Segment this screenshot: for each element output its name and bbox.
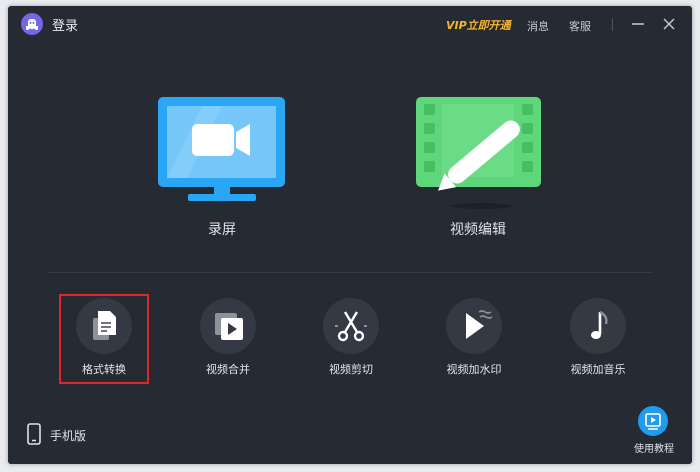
tool-video-cut-label: 视频剪切 <box>329 363 373 376</box>
selection-highlight <box>59 294 149 384</box>
tool-video-music[interactable]: 视频加音乐 <box>544 296 654 386</box>
section-divider <box>48 272 652 273</box>
monitor-camera-icon <box>158 97 285 201</box>
film-pen-icon <box>416 97 541 209</box>
video-edit-tile[interactable]: 视频编辑 <box>408 94 548 244</box>
screen-record-tile[interactable]: 录屏 <box>152 94 292 244</box>
titlebar-divider <box>612 18 613 31</box>
customer-service-link[interactable]: 客服 <box>569 18 591 34</box>
tutorial-button[interactable]: 使用教程 <box>626 406 686 458</box>
video-edit-label: 视频编辑 <box>450 222 506 238</box>
tutorial-label: 使用教程 <box>634 444 674 455</box>
phone-icon <box>27 423 41 445</box>
messages-link[interactable]: 消息 <box>527 18 549 34</box>
video-merge-icon <box>200 298 256 354</box>
tool-video-merge[interactable]: 视频合并 <box>174 296 284 386</box>
user-avatar-icon[interactable] <box>21 13 43 35</box>
watermark-play-icon <box>446 298 502 354</box>
tool-video-merge-label: 视频合并 <box>206 363 250 376</box>
tool-video-watermark[interactable]: 视频加水印 <box>420 296 530 386</box>
scissors-icon <box>323 298 379 354</box>
close-icon[interactable] <box>659 14 679 34</box>
vip-activate-link[interactable]: VIP立即开通 <box>446 17 511 33</box>
title-bar: 登录 VIP立即开通 消息 客服 <box>8 6 692 42</box>
tool-video-watermark-label: 视频加水印 <box>446 363 502 376</box>
tool-video-music-label: 视频加音乐 <box>570 363 626 376</box>
login-link[interactable]: 登录 <box>52 15 78 34</box>
tool-video-cut[interactable]: 视频剪切 <box>297 296 407 386</box>
screen-record-label: 录屏 <box>208 222 236 238</box>
mobile-version-link[interactable]: 手机版 <box>26 422 116 446</box>
app-window: 登录 VIP立即开通 消息 客服 录屏 视频编辑 格式转换 视频合并 视频剪切 … <box>8 6 692 464</box>
minimize-icon[interactable] <box>628 14 648 34</box>
tutorial-play-icon <box>638 406 668 436</box>
mobile-version-label: 手机版 <box>50 429 87 443</box>
music-note-icon <box>570 298 626 354</box>
